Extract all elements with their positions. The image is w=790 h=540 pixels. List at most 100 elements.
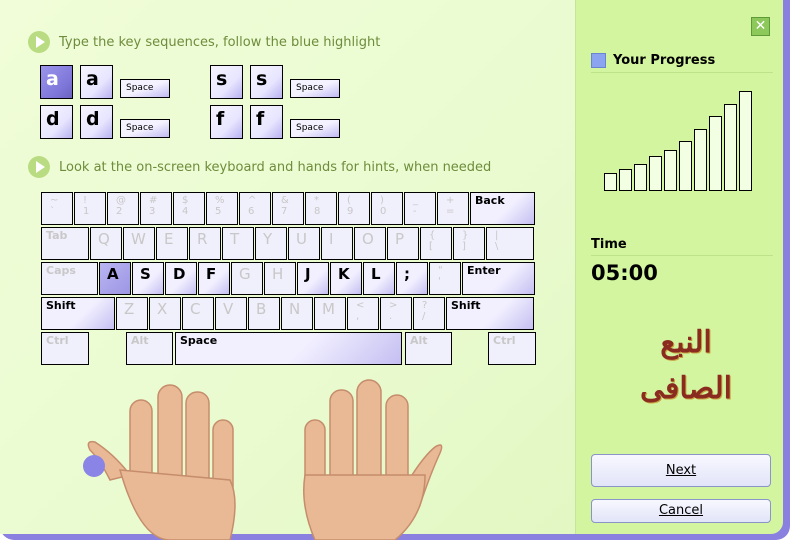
sequence-space-key: Space <box>290 79 340 98</box>
key-r[interactable]: R <box>189 227 221 260</box>
key-y[interactable]: Y <box>255 227 287 260</box>
key-[interactable]: + = <box>437 192 469 225</box>
key-[interactable]: ~ ` <box>41 192 73 225</box>
progress-bar <box>679 141 692 191</box>
sequence-key: d <box>80 105 113 139</box>
key-enter[interactable]: Enter <box>462 262 535 295</box>
instruction-1: Type the key sequences, follow the blue … <box>28 31 380 53</box>
key-alt[interactable]: Alt <box>405 332 452 365</box>
progress-title: Your Progress <box>613 53 716 68</box>
key-shift[interactable]: Shift <box>41 297 115 330</box>
key-f[interactable]: F <box>198 262 230 295</box>
key-8[interactable]: * 8 <box>305 192 337 225</box>
left-hand-image <box>83 384 236 540</box>
key-caps[interactable]: Caps <box>41 262 98 295</box>
key-e[interactable]: E <box>156 227 188 260</box>
key-m[interactable]: M <box>314 297 346 330</box>
sequence-key: s <box>250 65 283 99</box>
progress-bar <box>739 91 752 191</box>
key-d[interactable]: D <box>165 262 197 295</box>
key-s[interactable]: S <box>132 262 164 295</box>
progress-bar <box>604 173 617 191</box>
key-4[interactable]: $ 4 <box>173 192 205 225</box>
key-shift[interactable]: Shift <box>446 297 534 330</box>
key-v[interactable]: V <box>215 297 247 330</box>
sequence-key: a <box>40 65 73 99</box>
key-[interactable]: | \ <box>486 227 534 260</box>
progress-bar <box>724 104 737 191</box>
key-ctrl[interactable]: Ctrl <box>488 332 536 365</box>
key-1[interactable]: ! 1 <box>74 192 106 225</box>
key-l[interactable]: L <box>363 262 395 295</box>
sequence-space-key: Space <box>120 79 170 98</box>
key-k[interactable]: K <box>330 262 362 295</box>
sequence-space-key: Space <box>120 119 170 138</box>
sidebar: ✕ Your Progress Time 05:00 النبع الصافى … <box>575 0 783 534</box>
key-[interactable]: " ' <box>429 262 461 295</box>
sequence-space-key: Space <box>290 119 340 138</box>
key-a[interactable]: A <box>99 262 131 295</box>
key-alt[interactable]: Alt <box>126 332 173 365</box>
progress-bar <box>619 169 632 191</box>
key-[interactable]: < , <box>347 297 379 330</box>
key-x[interactable]: X <box>149 297 181 330</box>
key-p[interactable]: P <box>387 227 419 260</box>
key-u[interactable]: U <box>288 227 320 260</box>
sequence-key: s <box>210 65 243 99</box>
key-ctrl[interactable]: Ctrl <box>41 332 89 365</box>
key-b[interactable]: B <box>248 297 280 330</box>
key-h[interactable]: H <box>264 262 296 295</box>
key-2[interactable]: @ 2 <box>107 192 139 225</box>
key-c[interactable]: C <box>182 297 214 330</box>
key-i[interactable]: I <box>321 227 353 260</box>
logo-line-1: النبع <box>660 325 712 360</box>
key-[interactable]: } ] <box>453 227 485 260</box>
progress-bar <box>709 116 722 191</box>
logo-line-2: الصافى <box>640 371 732 406</box>
sequence-key: f <box>250 105 283 139</box>
key-6[interactable]: ^ 6 <box>239 192 271 225</box>
key-w[interactable]: W <box>123 227 155 260</box>
progress-chart <box>604 80 754 191</box>
progress-bar <box>649 156 662 191</box>
key-t[interactable]: T <box>222 227 254 260</box>
key-[interactable]: ; <box>396 262 428 295</box>
close-icon: ✕ <box>754 18 767 34</box>
key-7[interactable]: & 7 <box>272 192 304 225</box>
key-q[interactable]: Q <box>90 227 122 260</box>
key-o[interactable]: O <box>354 227 386 260</box>
cancel-button[interactable]: Cancel <box>591 499 771 523</box>
typing-tutor-window: Type the key sequences, follow the blue … <box>0 0 790 540</box>
key-back[interactable]: Back <box>470 192 535 225</box>
key-[interactable]: _ - <box>404 192 436 225</box>
play-bullet-icon <box>28 156 50 178</box>
key-g[interactable]: G <box>231 262 263 295</box>
key-0[interactable]: ) 0 <box>371 192 403 225</box>
sequence-key: a <box>80 65 113 99</box>
progress-bar <box>694 129 707 191</box>
key-space[interactable]: Space <box>175 332 402 365</box>
progress-bar <box>664 150 677 191</box>
key-z[interactable]: Z <box>116 297 148 330</box>
progress-bar <box>634 164 647 191</box>
play-bullet-icon <box>28 31 50 53</box>
key-[interactable]: > . <box>380 297 412 330</box>
key-tab[interactable]: Tab <box>41 227 89 260</box>
key-9[interactable]: ( 9 <box>338 192 370 225</box>
instruction-2: Look at the on-screen keyboard and hands… <box>28 156 491 178</box>
key-[interactable]: { [ <box>420 227 452 260</box>
close-button[interactable]: ✕ <box>751 17 770 36</box>
instruction-text: Type the key sequences, follow the blue … <box>59 34 381 50</box>
progress-header: Your Progress <box>591 53 773 73</box>
key-n[interactable]: N <box>281 297 313 330</box>
sequence-key: f <box>210 105 243 139</box>
next-button[interactable]: Next <box>591 454 771 487</box>
key-3[interactable]: # 3 <box>140 192 172 225</box>
key-5[interactable]: % 5 <box>206 192 238 225</box>
bar-chart-icon <box>591 53 606 68</box>
key-[interactable]: ? / <box>413 297 445 330</box>
right-hand-image <box>303 379 443 540</box>
key-j[interactable]: J <box>297 262 329 295</box>
time-value: 05:00 <box>591 261 658 285</box>
sequence-key: d <box>40 105 73 139</box>
